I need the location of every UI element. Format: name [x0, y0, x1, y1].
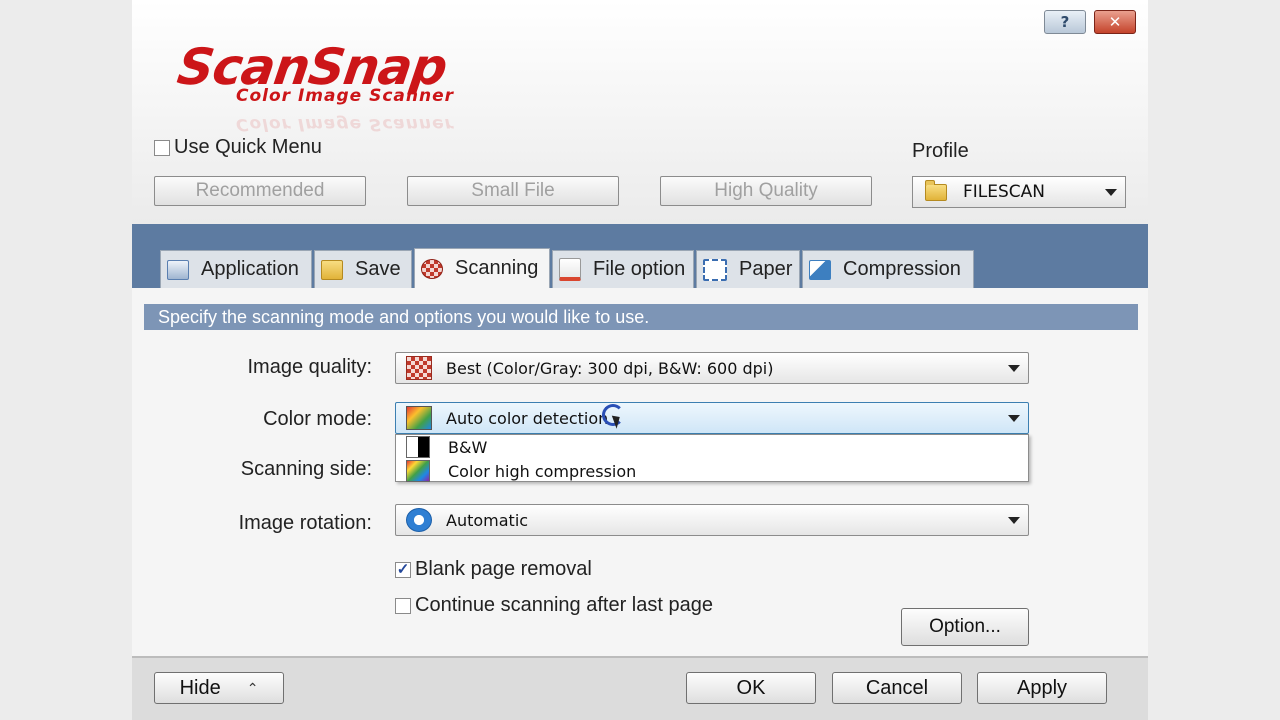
footer: Hide ⌃ OK Cancel Apply	[132, 656, 1148, 720]
recommended-button[interactable]: Recommended	[154, 176, 366, 206]
option-button[interactable]: Option...	[901, 608, 1029, 646]
blank-page-removal-label: Blank page removal	[415, 558, 592, 580]
scansnap-settings-window: ? ✕ ScanSnap Color Image Scanner Color I…	[132, 0, 1148, 720]
chevron-up-icon: ⌃	[246, 679, 259, 696]
checkbox-box[interactable]: ✓	[395, 561, 411, 578]
blank-page-removal-checkbox[interactable]: ✓ Blank page removal	[395, 558, 592, 581]
auto-color-icon	[406, 406, 432, 430]
tab-scanning[interactable]: Scanning	[414, 248, 550, 288]
tab-label: Save	[355, 258, 401, 280]
image-quality-dropdown[interactable]: Best (Color/Gray: 300 dpi, B&W: 600 dpi)	[395, 352, 1029, 384]
continue-scanning-label: Continue scanning after last page	[415, 594, 713, 616]
compression-icon	[809, 259, 831, 280]
scanning-icon	[421, 258, 443, 279]
option-label: Color high compression	[448, 461, 637, 481]
tab-paper[interactable]: Paper	[696, 250, 800, 288]
cancel-button[interactable]: Cancel	[832, 672, 962, 704]
scanning-side-label: Scanning side:	[240, 458, 372, 480]
option-label: B&W	[448, 437, 488, 457]
tab-label: Application	[201, 258, 299, 280]
rotation-icon	[406, 508, 432, 532]
chevron-down-icon	[1008, 517, 1020, 524]
chevron-down-icon	[1008, 365, 1020, 372]
header: ? ✕ ScanSnap Color Image Scanner Color I…	[132, 0, 1148, 224]
profile-dropdown[interactable]: FILESCAN	[912, 176, 1126, 208]
tab-label: File option	[593, 258, 686, 280]
tab-label: Scanning	[455, 257, 539, 279]
scanning-panel: Specify the scanning mode and options yo…	[132, 288, 1148, 656]
color-mode-options-list: B&W Color high compression	[395, 434, 1029, 482]
image-rotation-dropdown[interactable]: Automatic	[395, 504, 1029, 536]
paper-icon	[703, 258, 727, 281]
color-mode-value: Auto color detection	[446, 408, 609, 428]
logo-title: ScanSnap	[173, 38, 451, 96]
color-mode-option-color-high-compression[interactable]: Color high compression	[396, 459, 1028, 483]
tab-application[interactable]: Application	[160, 250, 312, 288]
continue-scanning-checkbox[interactable]: Continue scanning after last page	[395, 594, 713, 617]
image-quality-value: Best (Color/Gray: 300 dpi, B&W: 600 dpi)	[446, 358, 774, 378]
file-option-icon	[559, 258, 581, 281]
color-compression-icon	[406, 460, 430, 482]
tab-file-option[interactable]: File option	[552, 250, 694, 288]
folder-icon	[925, 179, 947, 201]
help-button[interactable]: ?	[1044, 10, 1086, 34]
image-rotation-label: Image rotation:	[238, 512, 372, 534]
profile-label: Profile	[912, 140, 969, 162]
use-quick-menu-label: Use Quick Menu	[174, 136, 322, 158]
image-quality-label: Image quality:	[247, 356, 372, 378]
ok-button[interactable]: OK	[686, 672, 816, 704]
profile-value: FILESCAN	[963, 182, 1046, 202]
image-rotation-value: Automatic	[446, 510, 529, 530]
image-quality-icon	[406, 356, 432, 380]
checkbox-box[interactable]	[154, 139, 170, 156]
small-file-button[interactable]: Small File	[407, 176, 619, 206]
logo-subtitle: Color Image Scanner	[236, 86, 455, 106]
hide-label: Hide	[179, 676, 221, 699]
tab-bar: Application Save Scanning File option Pa…	[132, 224, 1148, 288]
scansnap-logo: ScanSnap Color Image Scanner Color Image…	[174, 38, 454, 134]
tab-compression[interactable]: Compression	[802, 250, 974, 288]
folder-icon	[321, 259, 343, 280]
apply-button[interactable]: Apply	[977, 672, 1107, 704]
use-quick-menu-checkbox[interactable]: Use Quick Menu	[154, 136, 322, 159]
chevron-down-icon	[1008, 415, 1020, 422]
logo-reflection: Color Image Scanner	[236, 114, 455, 134]
info-banner: Specify the scanning mode and options yo…	[144, 304, 1138, 330]
color-mode-option-bw[interactable]: B&W	[396, 435, 1028, 459]
chevron-down-icon	[1105, 189, 1117, 196]
hide-button[interactable]: Hide ⌃	[154, 672, 284, 704]
high-quality-button[interactable]: High Quality	[660, 176, 872, 206]
checkbox-box[interactable]	[395, 597, 411, 614]
application-icon	[167, 259, 189, 280]
close-button[interactable]: ✕	[1094, 10, 1136, 34]
bw-icon	[406, 436, 430, 458]
color-mode-label: Color mode:	[263, 408, 372, 430]
tab-save[interactable]: Save	[314, 250, 412, 288]
tab-label: Compression	[843, 258, 961, 280]
tab-label: Paper	[739, 258, 793, 280]
color-mode-dropdown[interactable]: Auto color detection	[395, 402, 1029, 434]
